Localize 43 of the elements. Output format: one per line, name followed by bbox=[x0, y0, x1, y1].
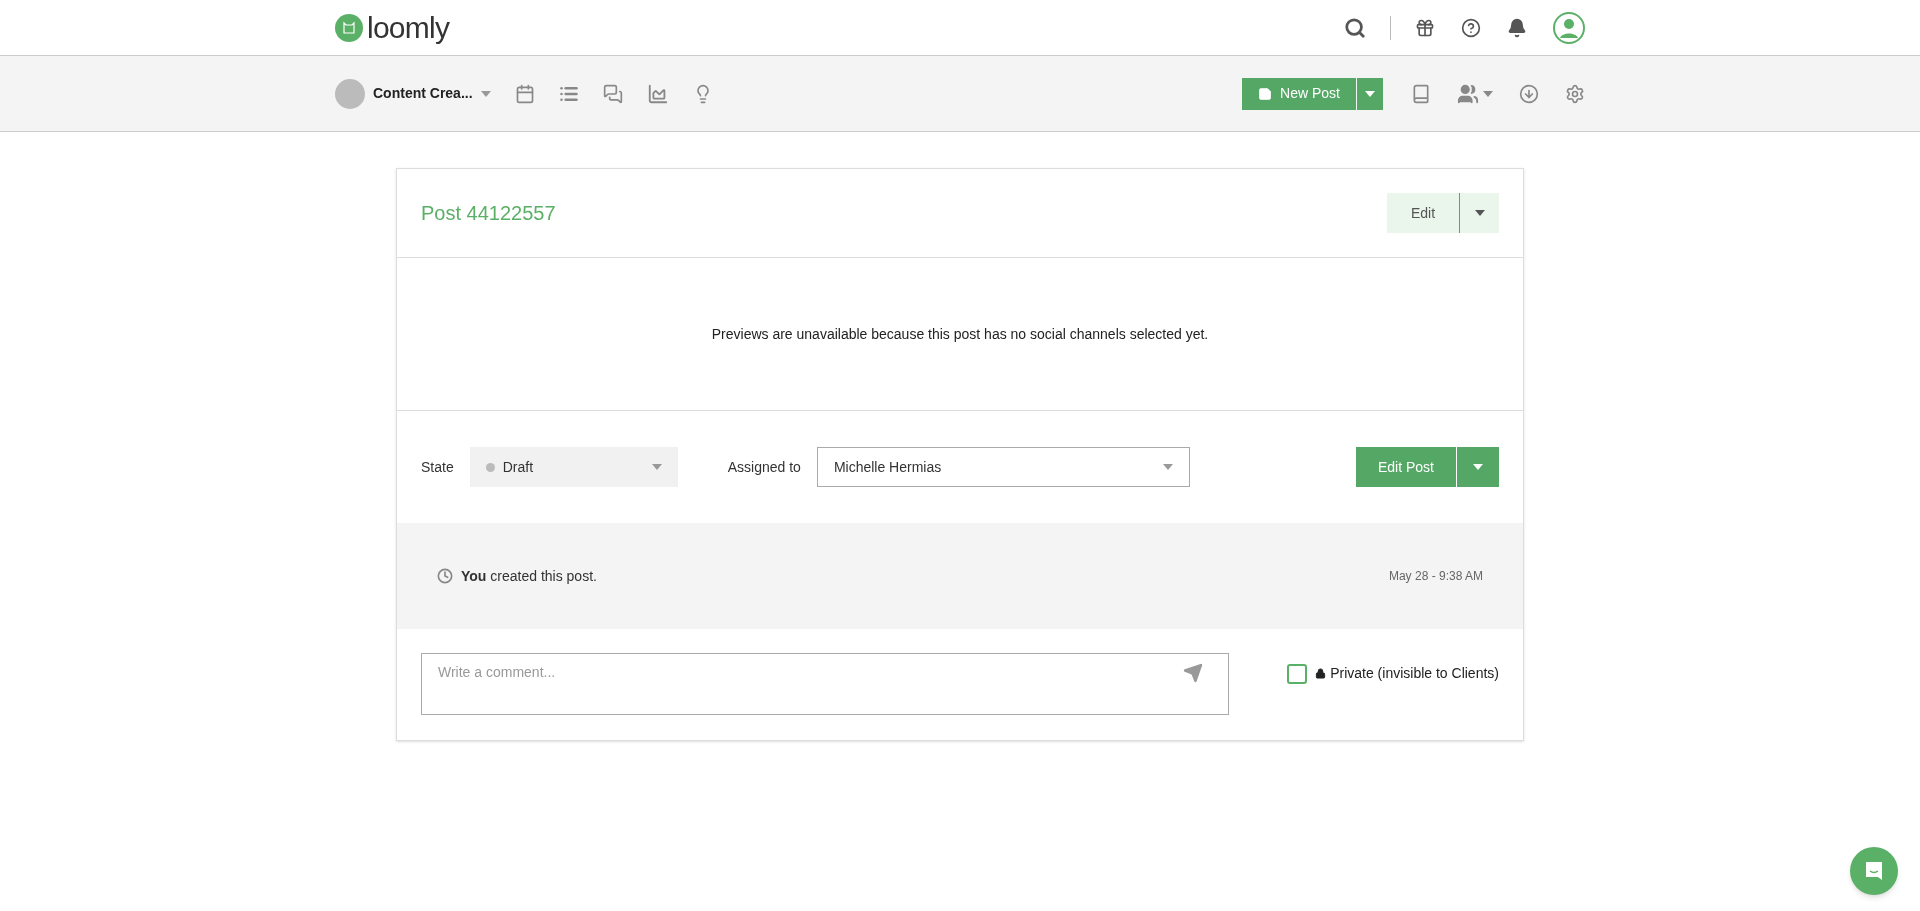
state-label: State bbox=[421, 457, 454, 477]
activity-text: You created this post. bbox=[461, 566, 597, 586]
state-dropdown[interactable]: Draft bbox=[469, 447, 678, 487]
private-checkbox[interactable] bbox=[1287, 663, 1308, 684]
help-icon[interactable] bbox=[1461, 17, 1481, 38]
calendar-icon[interactable] bbox=[514, 83, 535, 104]
edit-dropdown-button[interactable] bbox=[1459, 193, 1499, 233]
user-avatar-icon[interactable] bbox=[1553, 11, 1585, 44]
edit-button[interactable]: Edit bbox=[1387, 193, 1459, 233]
lock-icon bbox=[1315, 668, 1327, 679]
download-icon[interactable] bbox=[1519, 83, 1539, 104]
caret-icon bbox=[1483, 90, 1493, 97]
caret-icon bbox=[651, 464, 662, 470]
caret-icon bbox=[1474, 210, 1485, 216]
bell-icon[interactable] bbox=[1507, 17, 1527, 38]
book-icon[interactable] bbox=[1411, 83, 1431, 104]
area-chart-icon[interactable] bbox=[646, 82, 669, 105]
chat-launcher-button[interactable] bbox=[1850, 847, 1898, 895]
clock-icon bbox=[437, 568, 453, 584]
logo-icon bbox=[335, 13, 363, 42]
comment-field[interactable]: Write a comment... bbox=[421, 653, 1229, 715]
assigned-label: Assigned to bbox=[727, 457, 801, 477]
caret-icon bbox=[1473, 464, 1483, 470]
preview-message: Previews are unavailable because this post has no social channels selected yet. bbox=[711, 324, 1209, 344]
new-post-dropdown-button[interactable] bbox=[1357, 77, 1383, 110]
caret-icon bbox=[1162, 464, 1173, 470]
chat-bubble-icon bbox=[1863, 860, 1885, 882]
caret-icon bbox=[480, 90, 491, 97]
assignee-dropdown[interactable]: Michelle Hermias bbox=[816, 447, 1190, 487]
note-icon bbox=[1258, 86, 1273, 101]
logo-text: loomly bbox=[367, 12, 450, 43]
chat-icon[interactable] bbox=[602, 83, 623, 104]
workspace-avatar-icon bbox=[335, 78, 365, 109]
gift-icon[interactable] bbox=[1415, 17, 1435, 38]
post-title: Post 44122557 bbox=[421, 201, 556, 226]
private-label: Private (invisible to Clients) bbox=[1330, 664, 1499, 683]
search-icon[interactable] bbox=[1344, 16, 1366, 39]
settings-icon[interactable] bbox=[1565, 83, 1585, 104]
caret-icon bbox=[1365, 90, 1375, 97]
activity-time: May 28 - 9:38 AM bbox=[1388, 568, 1483, 585]
send-icon[interactable] bbox=[1183, 663, 1203, 683]
team-icon[interactable] bbox=[1457, 82, 1493, 105]
workspace-dropdown[interactable]: Content Crea... bbox=[373, 83, 491, 104]
